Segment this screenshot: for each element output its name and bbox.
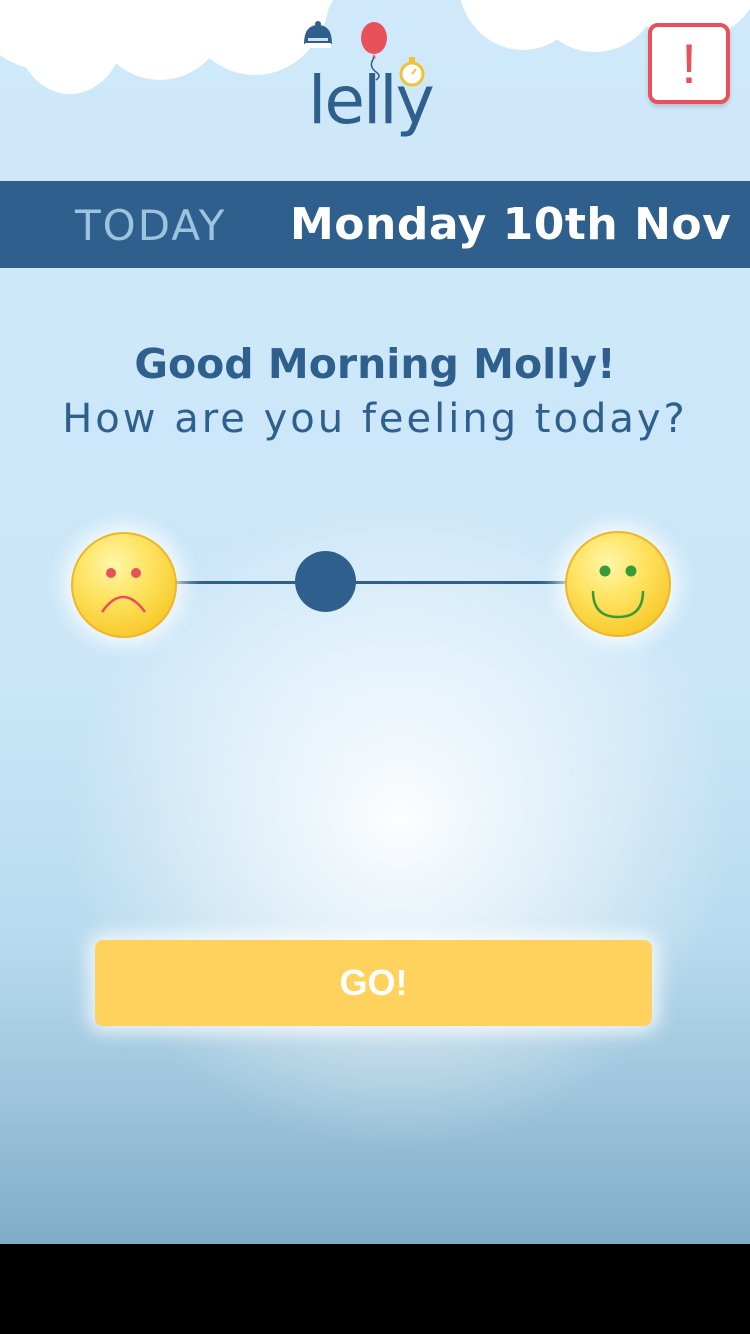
bottom-black-bar [0,1244,750,1334]
slider-thumb[interactable] [295,551,356,612]
app-screen: lelly ! TODAY Monday 10th Nov Good Morni… [0,0,750,1244]
today-label: TODAY [75,201,227,250]
mood-question: How are you feeling today? [62,396,688,442]
logo-text: lelly [308,62,435,139]
go-button[interactable]: GO! [95,940,652,1026]
exclamation-icon: ! [681,31,697,95]
date-bar: TODAY Monday 10th Nov [0,181,750,268]
current-date: Monday 10th Nov [290,199,732,250]
greeting-title: Good Morning Molly! [134,340,616,388]
alert-button[interactable]: ! [648,23,730,104]
go-button-label: GO! [339,962,408,1003]
slider-track[interactable] [175,581,567,584]
happy-face-icon[interactable] [565,531,671,637]
lelly-logo: lelly [296,18,456,158]
sad-face-icon[interactable] [71,532,177,638]
